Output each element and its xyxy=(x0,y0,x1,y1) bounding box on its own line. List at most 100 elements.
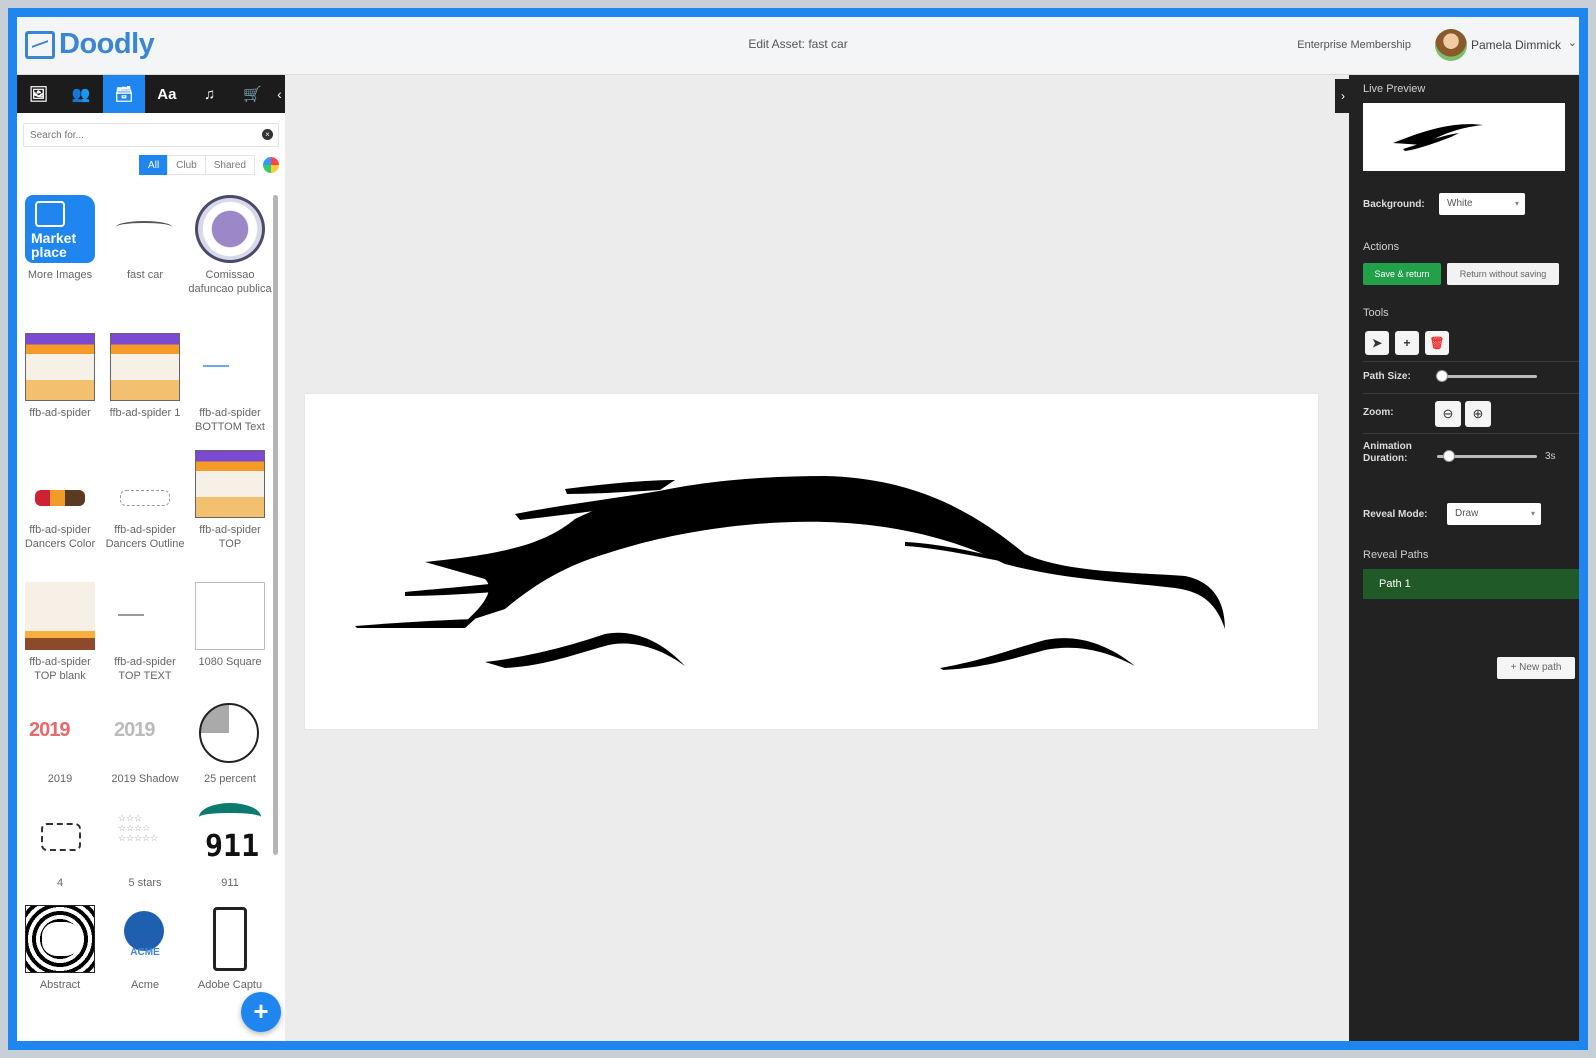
asset-thumbnail: 2019 xyxy=(25,699,95,767)
asset-item[interactable]: fast car xyxy=(102,195,188,282)
asset-item[interactable]: ffb-ad-spider TOP TEXT xyxy=(102,582,188,683)
stars-art: ☆☆☆ ☆☆☆☆ ☆☆☆☆☆ xyxy=(118,813,159,843)
asset-item[interactable]: 911 911 xyxy=(187,803,273,890)
search-input[interactable] xyxy=(24,124,278,146)
asset-label: ffb-ad-spider BOTTOM Text xyxy=(195,407,265,433)
zoom-label: Zoom: xyxy=(1363,407,1394,418)
asset-item[interactable]: ffb-ad-spider TOP blank xyxy=(17,582,103,683)
tab-text[interactable]: Aa xyxy=(145,75,188,113)
filter-shared[interactable]: Shared xyxy=(204,155,255,175)
divider xyxy=(1363,433,1579,434)
add-asset-button[interactable]: + xyxy=(241,992,281,1032)
asset-item[interactable]: ACME Acme xyxy=(102,905,188,992)
dancers-sketch xyxy=(120,490,170,506)
asset-label: Comissao dafuncao publica xyxy=(188,269,272,295)
filter-club[interactable]: Club xyxy=(167,155,206,175)
preview-car-drawing xyxy=(1393,124,1483,151)
asset-grid-scrollbar[interactable] xyxy=(273,195,278,855)
asset-item[interactable]: Comissao dafuncao publica xyxy=(187,195,273,296)
tab-music[interactable]: ♫ xyxy=(188,75,231,113)
asset-label: ffb-ad-spider Dancers Color xyxy=(24,524,96,550)
acme-logo-text: ACME xyxy=(130,947,160,958)
add-point-button[interactable]: + xyxy=(1395,331,1419,355)
asset-item[interactable]: ffb-ad-spider BOTTOM Text xyxy=(187,333,273,434)
animation-duration-value: 3s xyxy=(1545,451,1556,462)
color-filter-icon[interactable] xyxy=(263,157,279,173)
asset-label: ffb-ad-spider TOP blank xyxy=(29,656,91,682)
asset-item[interactable]: Abstract xyxy=(17,905,103,992)
asset-item[interactable]: ffb-ad-spider xyxy=(17,333,103,420)
asset-item[interactable]: ffb-ad-spider 1 xyxy=(102,333,188,420)
reveal-mode-select[interactable]: Draw ▾ xyxy=(1447,503,1541,525)
filter-all[interactable]: All xyxy=(139,155,169,175)
asset-item[interactable]: 25 percent xyxy=(187,699,273,786)
user-name[interactable]: Pamela Dimmick xyxy=(1471,38,1561,52)
asset-item[interactable]: ffb-ad-spider TOP xyxy=(187,450,273,551)
asset-thumbnail xyxy=(195,905,265,973)
membership-link[interactable]: Enterprise Membership xyxy=(1297,39,1411,51)
asset-thumbnail xyxy=(25,582,95,650)
save-return-button[interactable]: Save & return xyxy=(1363,263,1441,285)
avatar[interactable] xyxy=(1435,29,1467,61)
emergency-number-art: 911 xyxy=(205,829,260,864)
collapse-panel-icon[interactable]: ‹ xyxy=(274,86,285,102)
chevron-down-icon[interactable]: ⌄ xyxy=(1568,36,1577,49)
asset-thumbnail xyxy=(110,195,180,263)
drawing-canvas[interactable] xyxy=(305,394,1318,729)
asset-label: 4 xyxy=(56,877,64,889)
tab-store[interactable]: 🛒 xyxy=(231,75,274,113)
animation-duration-slider-knob[interactable] xyxy=(1443,450,1455,462)
asset-item[interactable]: 4 xyxy=(17,803,103,890)
dancers-sketch xyxy=(35,490,85,506)
path-size-label: Path Size: xyxy=(1363,371,1411,382)
background-select[interactable]: White ▾ xyxy=(1439,193,1525,215)
new-path-button[interactable]: + New path xyxy=(1497,657,1575,679)
fast-car-drawing xyxy=(355,476,1225,670)
zoom-in-icon[interactable]: ⊕ xyxy=(1465,401,1491,427)
path-size-slider-knob[interactable] xyxy=(1436,370,1448,382)
asset-item[interactable]: ffb-ad-spider Dancers Outline xyxy=(102,450,188,551)
asset-label: Adobe Captu xyxy=(197,979,263,991)
divider xyxy=(1363,361,1579,362)
year-art: 2019 xyxy=(114,719,155,741)
asset-thumbnail: Market place xyxy=(25,195,95,263)
speech-bubble-sketch xyxy=(41,823,81,851)
clear-search-icon[interactable]: × xyxy=(262,129,273,140)
asset-item[interactable]: Market place More Images xyxy=(17,195,103,282)
chevron-right-icon[interactable]: › xyxy=(1335,79,1351,113)
tab-props[interactable]: 🗃 xyxy=(102,75,146,113)
asset-item[interactable]: 1080 Square xyxy=(187,582,273,669)
asset-label: 1080 Square xyxy=(198,656,262,668)
select-tool-button[interactable]: ➤ xyxy=(1365,331,1389,355)
asset-thumbnail xyxy=(195,333,265,401)
asset-item[interactable]: 2019 2019 xyxy=(17,699,103,786)
planet-icon xyxy=(124,911,164,951)
asset-item[interactable]: 2019 2019 Shadow xyxy=(102,699,188,786)
animation-duration-label: Animation Duration: xyxy=(1363,441,1412,464)
tab-images[interactable]: 🖼 xyxy=(17,75,60,113)
tab-characters[interactable]: 👥 xyxy=(60,75,103,113)
reveal-path-item[interactable]: Path 1 xyxy=(1363,569,1579,599)
zoom-out-icon[interactable]: ⊖ xyxy=(1435,401,1461,427)
path-size-slider[interactable] xyxy=(1437,375,1537,378)
asset-item[interactable]: Adobe Captu xyxy=(187,905,273,992)
asset-thumbnail: ACME xyxy=(110,905,180,973)
delete-button[interactable]: 🗑 xyxy=(1425,331,1449,355)
reveal-mode-value: Draw xyxy=(1455,508,1479,519)
cart-icon: 🛒 xyxy=(243,86,262,103)
car-sketch xyxy=(116,221,172,233)
return-without-saving-button[interactable]: Return without saving xyxy=(1447,263,1559,285)
asset-thumbnail xyxy=(195,450,265,518)
live-preview xyxy=(1363,103,1565,171)
asset-label: 25 percent xyxy=(204,773,256,785)
line-sketch xyxy=(118,614,144,616)
background-label: Background: xyxy=(1363,199,1425,210)
asset-item[interactable]: ☆☆☆ ☆☆☆☆ ☆☆☆☆☆ 5 stars xyxy=(102,803,188,890)
asset-label: 911 xyxy=(221,877,239,889)
asset-thumbnail xyxy=(25,803,95,871)
asset-item[interactable]: ffb-ad-spider Dancers Color xyxy=(17,450,103,551)
top-bar: Doodly Edit Asset: fast car Enterprise M… xyxy=(17,17,1579,75)
font-icon: Aa xyxy=(157,85,177,103)
image-icon: 🖼 xyxy=(28,86,48,103)
asset-label: ffb-ad-spider TOP xyxy=(199,524,261,550)
